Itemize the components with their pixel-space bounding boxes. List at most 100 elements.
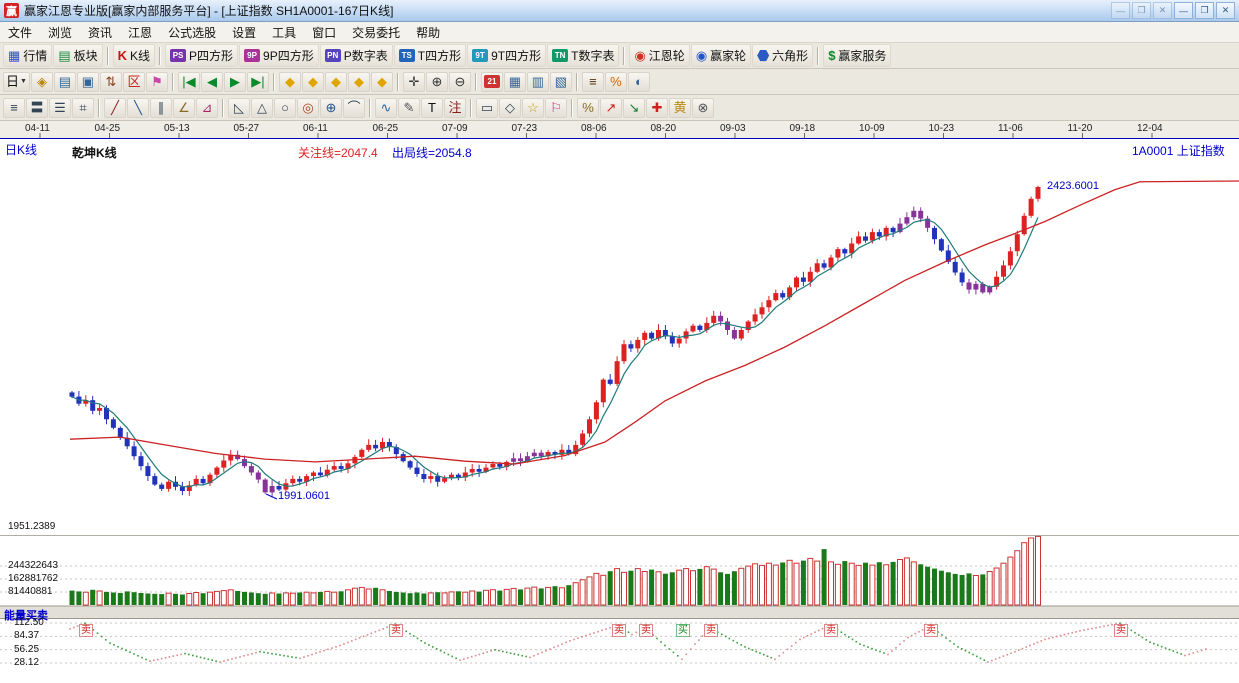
kline-button[interactable]: KK线 — [113, 44, 155, 67]
matrix-chart-button[interactable]: ▦ — [504, 72, 526, 92]
flag-mark-button[interactable]: ⚑ — [146, 72, 168, 92]
line-tool-button[interactable]: ≡ — [3, 98, 25, 118]
child-restore-button[interactable]: ❐ — [1132, 2, 1151, 19]
menu-trade-order[interactable]: 交易委托 — [344, 22, 408, 43]
close-button[interactable]: ✕ — [1216, 2, 1235, 19]
minimize-button[interactable]: — — [1174, 2, 1193, 19]
quotes-button[interactable]: ▦行情 — [3, 44, 52, 67]
sectors-label: 板块 — [74, 47, 98, 64]
angle-tool-button[interactable]: ∠ — [173, 98, 195, 118]
note-tool-button[interactable]: 注 — [444, 98, 466, 118]
menu-help[interactable]: 帮助 — [408, 22, 448, 43]
p-number-table-button[interactable]: PNP数字表 — [320, 44, 393, 67]
menu-browse[interactable]: 浏览 — [40, 22, 80, 43]
period-day-selector-button[interactable]: 日▼ — [3, 72, 30, 92]
area-chart-icon: ▧ — [555, 75, 567, 88]
menu-window[interactable]: 窗口 — [304, 22, 344, 43]
gann-compass-tool-button[interactable]: ◈ — [31, 72, 53, 92]
calendar-button[interactable]: 21 — [481, 72, 503, 92]
up-arrow-tool-button[interactable]: ↗ — [600, 98, 622, 118]
star-tool-button[interactable]: ☆ — [522, 98, 544, 118]
nine-p-square-button[interactable]: 9P9P四方形 — [239, 44, 319, 67]
gann-fan-tool-button[interactable]: ⊿ — [196, 98, 218, 118]
first-bar-button[interactable]: |◀ — [178, 72, 200, 92]
circle-tool-button[interactable]: ○ — [274, 98, 296, 118]
pencil-tool-button[interactable]: ✎ — [398, 98, 420, 118]
crosshair-tool-button[interactable]: ✛ — [403, 72, 425, 92]
sort-toggle-button[interactable]: ⇅ — [100, 72, 122, 92]
cycle-tool-button[interactable]: ⊕ — [320, 98, 342, 118]
flag-tool-button[interactable]: ⚐ — [545, 98, 567, 118]
uptrend-line-tool-button[interactable]: ╱ — [104, 98, 126, 118]
sectors-button[interactable]: ▤板块 — [53, 44, 102, 67]
wave-tool-button[interactable]: ∿ — [375, 98, 397, 118]
low-annotation-connector — [266, 494, 277, 499]
gann-circle-tool-button[interactable]: ◎ — [297, 98, 319, 118]
prev-bar-button[interactable]: ◀ — [201, 72, 223, 92]
t-number-table-button[interactable]: TNT数字表 — [547, 44, 619, 67]
quote-list-button[interactable]: ▤ — [54, 72, 76, 92]
rectangle-tool-button[interactable]: ▭ — [476, 98, 498, 118]
t-square-icon: TS — [399, 49, 415, 62]
menu-tools[interactable]: 工具 — [264, 22, 304, 43]
golden-section-tool-button[interactable]: 黄 — [669, 98, 691, 118]
wedge-tool-button[interactable]: ◺ — [228, 98, 250, 118]
diamond-nav-right-button[interactable]: ◆ — [348, 72, 370, 92]
gann-wheel-button[interactable]: ◉江恩轮 — [629, 44, 689, 67]
diamond-nav-center-button[interactable]: ◆ — [371, 72, 393, 92]
volume-axis-label-1: 244322643 — [8, 560, 58, 571]
menu-bar: 文件浏览资讯江恩公式选股设置工具窗口交易委托帮助 — [0, 22, 1239, 43]
diamond-nav-down-button[interactable]: ◆ — [325, 72, 347, 92]
resistance-lines-tool-button[interactable]: ☰ — [49, 98, 71, 118]
channel-tool-button[interactable]: ∥ — [150, 98, 172, 118]
grid-tool-icon: ⌗ — [79, 101, 86, 114]
quote-list-icon: ▤ — [59, 75, 71, 88]
cross-marker-tool-button[interactable]: ✚ — [646, 98, 668, 118]
percent-tool-button[interactable]: % — [577, 98, 599, 118]
menu-gann[interactable]: 江恩 — [120, 22, 160, 43]
nine-t-square-button[interactable]: 9T9T四方形 — [467, 44, 546, 67]
report-view-button[interactable]: ▥ — [527, 72, 549, 92]
maximize-button[interactable]: ❐ — [1195, 2, 1214, 19]
nine-t-square-label: 9T四方形 — [491, 47, 541, 64]
menu-news[interactable]: 资讯 — [80, 22, 120, 43]
t-square-button[interactable]: TST四方形 — [394, 44, 466, 67]
chart-area[interactable]: 日K线 乾坤K线 关注线=2047.4 出局线=2054.8 1A0001 上证… — [0, 121, 1239, 683]
gann-fan-tool-icon: ⊿ — [202, 101, 213, 114]
downtrend-line-tool-button[interactable]: ╲ — [127, 98, 149, 118]
period-day-selector-caret-icon: ▼ — [20, 78, 27, 85]
child-minimize-button[interactable]: — — [1111, 2, 1130, 19]
grid-tool-button[interactable]: ⌗ — [72, 98, 94, 118]
last-bar-button[interactable]: ▶| — [247, 72, 269, 92]
zone-select-button[interactable]: 区 — [123, 72, 145, 92]
down-arrow-tool-button[interactable]: ↘ — [623, 98, 645, 118]
p-square-button[interactable]: PSP四方形 — [165, 44, 238, 67]
low-price-annotation: 1991.0601 — [278, 490, 330, 502]
area-chart-button[interactable]: ▧ — [550, 72, 572, 92]
menu-formula-stock-pick[interactable]: 公式选股 — [160, 22, 224, 43]
info-board-button[interactable]: ▣ — [77, 72, 99, 92]
next-bar-button[interactable]: ▶ — [224, 72, 246, 92]
menu-settings[interactable]: 设置 — [224, 22, 264, 43]
diamond-nav-up-button[interactable]: ◆ — [302, 72, 324, 92]
rhombus-tool-button[interactable]: ◇ — [499, 98, 521, 118]
menu-file[interactable]: 文件 — [0, 22, 40, 43]
hexagon-chart-button[interactable]: 六角形 — [752, 44, 813, 67]
kline-model-label: 乾坤K线 — [72, 144, 117, 161]
list-view-button[interactable]: ≡ — [582, 72, 604, 92]
rhombus-tool-icon: ◇ — [505, 101, 515, 114]
parallel-lines-tool-button[interactable]: 〓 — [26, 98, 48, 118]
winner-service-button[interactable]: $赢家服务 — [823, 44, 891, 67]
diamond-nav-left-button[interactable]: ◆ — [279, 72, 301, 92]
zoom-in-button[interactable]: ⊕ — [426, 72, 448, 92]
percent-scale-button[interactable]: % — [605, 72, 627, 92]
zoom-out-button[interactable]: ⊖ — [449, 72, 471, 92]
half-circle-tool-button[interactable]: ◐ — [628, 72, 650, 92]
triangle-tool-button[interactable]: △ — [251, 98, 273, 118]
arc-tool-button[interactable]: ⌒ — [343, 98, 365, 118]
date-axis-label: 08-06 — [581, 123, 607, 134]
winner-wheel-button[interactable]: ◉赢家轮 — [691, 44, 751, 67]
child-close-button[interactable]: ✕ — [1153, 2, 1172, 19]
text-tool-button[interactable]: T — [421, 98, 443, 118]
erase-tool-button[interactable]: ⊗ — [692, 98, 714, 118]
